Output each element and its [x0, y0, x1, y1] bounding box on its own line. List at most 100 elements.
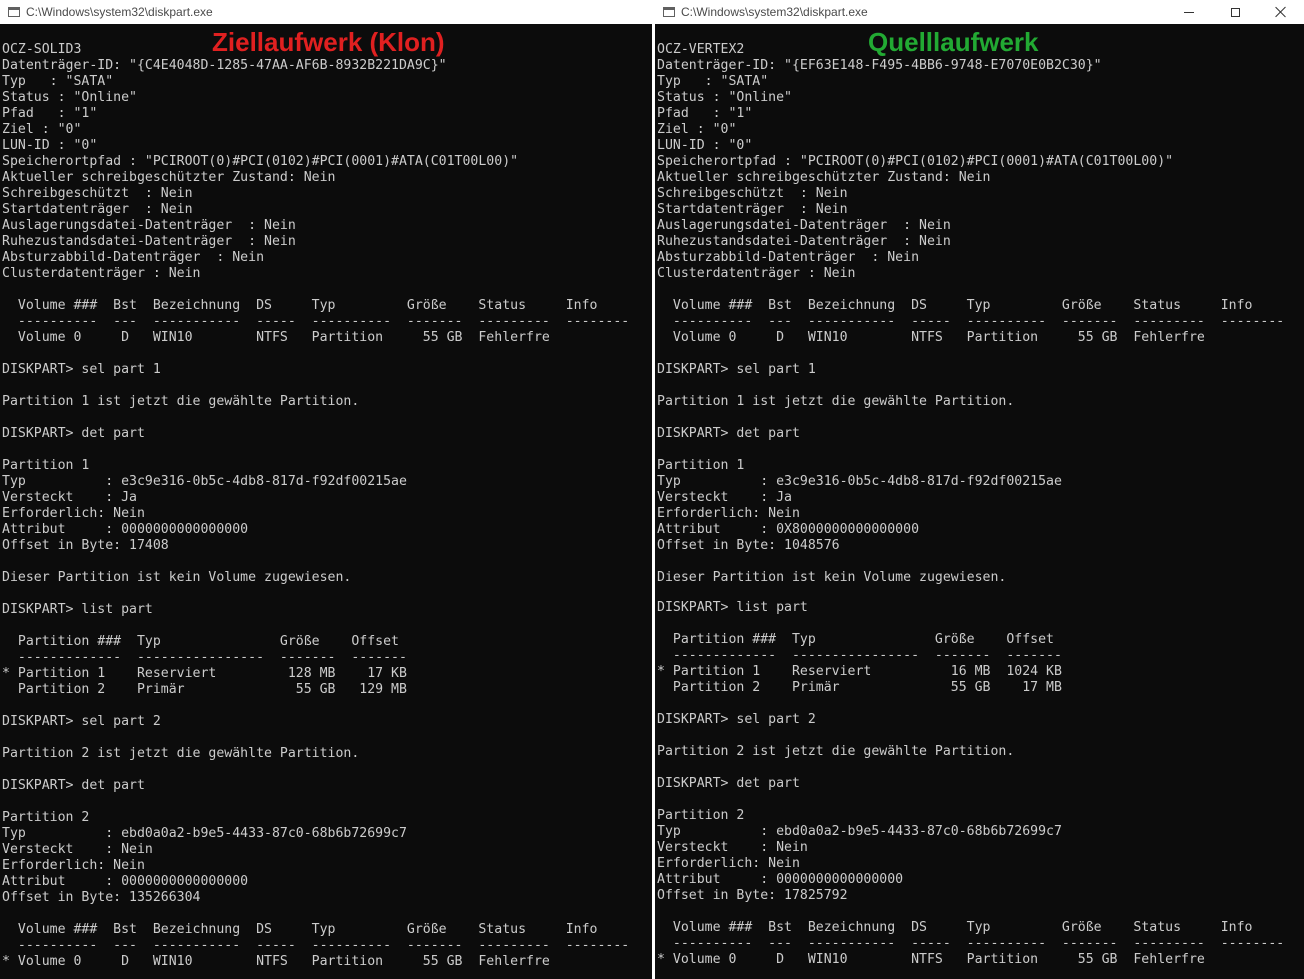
- console-line: ------------- ---------------- ------- -…: [657, 648, 1062, 663]
- minimize-button[interactable]: [1166, 0, 1212, 24]
- console-line: Schreibgeschützt : Nein: [657, 186, 848, 201]
- console-line: ------------- ---------------- ------- -…: [2, 650, 407, 665]
- console-line: DISKPART> list part: [657, 600, 808, 615]
- console-line: Aktueller schreibgeschützter Zustand: Ne…: [657, 170, 991, 185]
- console-line: * Partition 1 Reserviert 128 MB 17 KB: [2, 666, 407, 681]
- console-line: Volume ### Bst Bezeichnung DS Typ Größe …: [657, 920, 1253, 935]
- console-line: Ruhezustandsdatei-Datenträger : Nein: [657, 234, 951, 249]
- console-line: * Volume 0 D WIN10 NTFS Partition 55 GB …: [657, 952, 1205, 967]
- console-line: Offset in Byte: 1048576: [657, 538, 840, 553]
- console-line: Status : "Online": [2, 90, 137, 105]
- console-line: Partition 1: [2, 458, 90, 473]
- console-line: DISKPART> sel part 1: [657, 362, 816, 377]
- console-line: DISKPART> sel part 2: [657, 712, 816, 727]
- right-window-title: C:\Windows\system32\diskpart.exe: [681, 5, 868, 19]
- console-line: Offset in Byte: 17408: [2, 538, 169, 553]
- console-line: Auslagerungsdatei-Datenträger : Nein: [2, 218, 296, 233]
- console-line: Erforderlich: Nein: [657, 506, 800, 521]
- console-line: Versteckt : Ja: [657, 490, 792, 505]
- console-line: Partition 2 Primär 55 GB 17 MB: [657, 680, 1062, 695]
- console-line: Versteckt : Nein: [2, 842, 153, 857]
- console-line: Volume ### Bst Bezeichnung DS Typ Größe …: [657, 298, 1253, 313]
- console-line: Clusterdatenträger : Nein: [657, 266, 856, 281]
- console-line: LUN-ID : "0": [2, 138, 98, 153]
- console-line: DISKPART> sel part 1: [2, 362, 161, 377]
- console-line: DISKPART> det part: [657, 426, 800, 441]
- right-console-window[interactable]: C:\Windows\system32\diskpart.exe OCZ-VER…: [655, 0, 1304, 979]
- console-line: Typ : e3c9e316-0b5c-4db8-817d-f92df00215…: [2, 474, 407, 489]
- console-line: Partition 1 ist jetzt die gewählte Parti…: [657, 394, 1015, 409]
- console-line: Status : "Online": [657, 90, 792, 105]
- console-line: * Volume 0 D WIN10 NTFS Partition 55 GB …: [2, 954, 550, 969]
- console-line: Offset in Byte: 17825792: [657, 888, 848, 903]
- left-title-bar[interactable]: C:\Windows\system32\diskpart.exe: [0, 0, 652, 24]
- left-console-window[interactable]: C:\Windows\system32\diskpart.exe OCZ-SOL…: [0, 0, 652, 979]
- console-line: Typ : ebd0a0a2-b9e5-4433-87c0-68b6b72699…: [657, 824, 1062, 839]
- console-line: Partition ### Typ Größe Offset: [657, 632, 1054, 647]
- source-drive-label: Quelllaufwerk: [868, 27, 1039, 57]
- console-line: Clusterdatenträger : Nein: [2, 266, 201, 281]
- console-line: Auslagerungsdatei-Datenträger : Nein: [657, 218, 951, 233]
- console-line: Dieser Partition ist kein Volume zugewie…: [2, 570, 352, 585]
- target-drive-label: Ziellaufwerk (Klon): [212, 27, 445, 57]
- console-line: Speicherortpfad : "PCIROOT(0)#PCI(0102)#…: [2, 154, 519, 169]
- console-line: Typ : "SATA": [657, 74, 769, 89]
- console-line: * Partition 1 Reserviert 16 MB 1024 KB: [657, 664, 1062, 679]
- console-line: Versteckt : Ja: [2, 490, 137, 505]
- console-app-icon: [663, 7, 675, 17]
- console-line: Ziel : "0": [2, 122, 82, 137]
- console-line: Partition ### Typ Größe Offset: [2, 634, 399, 649]
- console-line: Pfad : "1": [2, 106, 98, 121]
- console-line: Aktueller schreibgeschützter Zustand: Ne…: [2, 170, 336, 185]
- window-controls: [1166, 0, 1304, 24]
- close-button[interactable]: [1258, 0, 1304, 24]
- close-icon: [1275, 6, 1287, 18]
- right-console-output-lower[interactable]: DISKPART> list part Partition ### Typ Gr…: [657, 600, 1304, 968]
- right-title-bar[interactable]: C:\Windows\system32\diskpart.exe: [655, 0, 1304, 24]
- console-line: Speicherortpfad : "PCIROOT(0)#PCI(0102)#…: [657, 154, 1174, 169]
- console-line: Partition 2 Primär 55 GB 129 MB: [2, 682, 407, 697]
- console-line: Dieser Partition ist kein Volume zugewie…: [657, 570, 1007, 585]
- console-line: Partition 1: [657, 458, 745, 473]
- console-line: Erforderlich: Nein: [2, 506, 145, 521]
- console-line: ---------- --- ----------- ----- -------…: [2, 314, 630, 329]
- console-line: Absturzabbild-Datenträger : Nein: [657, 250, 920, 265]
- console-line: Erforderlich: Nein: [657, 856, 800, 871]
- console-line: Volume ### Bst Bezeichnung DS Typ Größe …: [2, 922, 598, 937]
- maximize-icon: [1230, 7, 1240, 17]
- console-line: Ruhezustandsdatei-Datenträger : Nein: [2, 234, 296, 249]
- console-line: Absturzabbild-Datenträger : Nein: [2, 250, 265, 265]
- left-window-title: C:\Windows\system32\diskpart.exe: [26, 5, 213, 19]
- console-line: ---------- --- ----------- ----- -------…: [657, 936, 1285, 951]
- console-line: Partition 1 ist jetzt die gewählte Parti…: [2, 394, 360, 409]
- console-line: Attribut : 0X8000000000000000: [657, 522, 920, 537]
- console-line: Ziel : "0": [657, 122, 737, 137]
- maximize-button[interactable]: [1212, 0, 1258, 24]
- left-console-output[interactable]: OCZ-SOLID3 Datenträger-ID: "{C4E4048D-128…: [2, 42, 652, 970]
- minimize-icon: [1184, 11, 1194, 13]
- console-line: Startdatenträger : Nein: [657, 202, 848, 217]
- console-line: Partition 2: [2, 810, 90, 825]
- right-console-output-upper[interactable]: OCZ-VERTEX2 Datenträger-ID: "{EF63E148-F4…: [657, 42, 1304, 602]
